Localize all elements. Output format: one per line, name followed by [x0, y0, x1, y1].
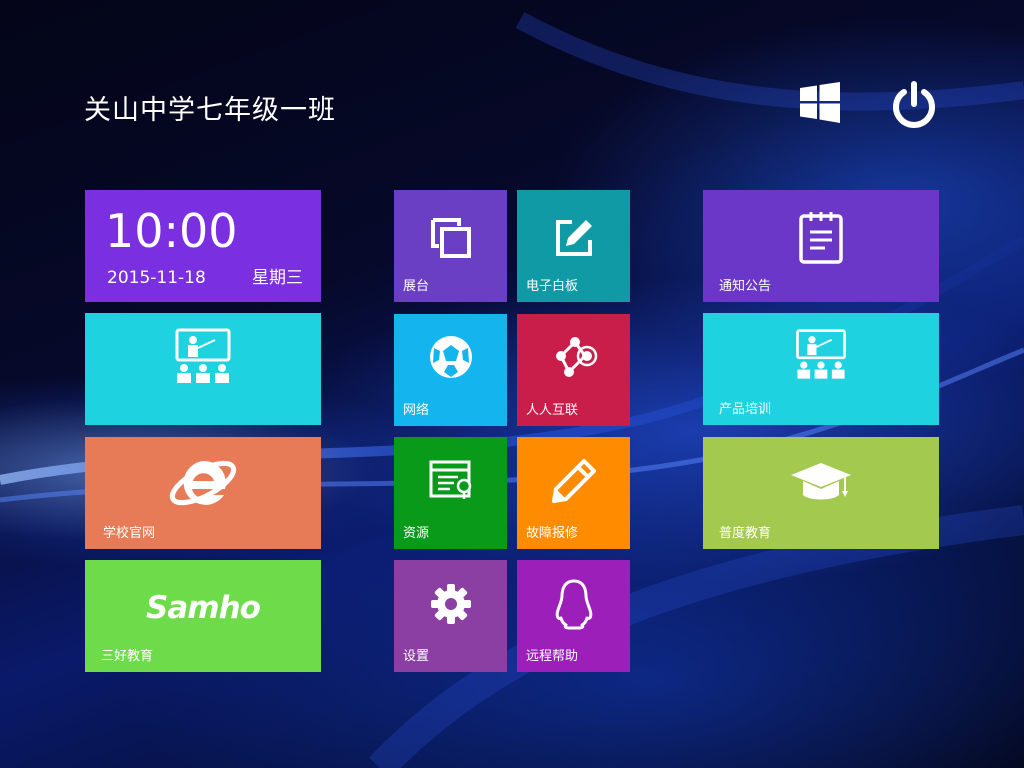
- display-tile[interactable]: 展台: [394, 190, 507, 302]
- product-training-tile[interactable]: 产品培训: [703, 313, 939, 425]
- samho-logo: Samho: [146, 590, 261, 626]
- share-network-icon: [549, 334, 599, 384]
- sanhao-tile[interactable]: Samho 三好教育: [85, 560, 321, 672]
- network-tile[interactable]: 网络: [394, 314, 507, 426]
- tile-label: 电子白板: [526, 279, 579, 294]
- tile-label: 学校官网: [103, 526, 156, 541]
- clock-date: 2015-11-18: [107, 268, 206, 288]
- tile-label: 网络: [403, 403, 430, 418]
- tile-label: 产品培训: [719, 402, 772, 417]
- notepad-icon: [797, 210, 845, 270]
- presentation-icon: [171, 328, 235, 392]
- graduation-cap-icon: [789, 459, 853, 511]
- tile-label: 远程帮助: [526, 649, 579, 664]
- edit-board-icon: [552, 216, 596, 264]
- page-title: 关山中学七年级一班: [84, 95, 336, 126]
- remote-help-tile[interactable]: 远程帮助: [517, 560, 630, 672]
- renren-tile[interactable]: 人人互联: [517, 314, 630, 426]
- tile-label: 普度教育: [719, 526, 772, 541]
- resource-browser-icon: [428, 459, 474, 505]
- training-tile[interactable]: [85, 313, 321, 425]
- tile-label: 通知公告: [719, 279, 772, 294]
- globe-ball-icon: [428, 334, 474, 384]
- tile-label: 展台: [403, 279, 430, 294]
- power-icon[interactable]: [889, 80, 939, 136]
- pencil-icon: [550, 457, 598, 509]
- internet-explorer-icon: [166, 451, 240, 523]
- tile-label: 人人互联: [526, 403, 579, 418]
- windows-logo-icon[interactable]: [798, 80, 842, 130]
- settings-tile[interactable]: 设置: [394, 560, 507, 672]
- clock-tile[interactable]: 10:00 2015-11-18 星期三: [85, 190, 321, 302]
- whiteboard-tile[interactable]: 电子白板: [517, 190, 630, 302]
- school-website-tile[interactable]: 学校官网: [85, 437, 321, 549]
- notice-tile[interactable]: 通知公告: [703, 190, 939, 302]
- clock-time: 10:00: [105, 204, 238, 258]
- repair-tile[interactable]: 故障报修: [517, 437, 630, 549]
- tile-label: 资源: [403, 526, 430, 541]
- puedu-tile[interactable]: 普度教育: [703, 437, 939, 549]
- gear-icon: [429, 582, 473, 630]
- display-copy-icon: [429, 216, 473, 264]
- tile-label: 故障报修: [526, 526, 579, 541]
- presentation-icon: [792, 328, 850, 388]
- tile-label: 设置: [403, 649, 430, 664]
- resources-tile[interactable]: 资源: [394, 437, 507, 549]
- tile-label: 三好教育: [101, 649, 154, 664]
- qq-penguin-icon: [554, 578, 594, 634]
- clock-weekday: 星期三: [252, 268, 303, 288]
